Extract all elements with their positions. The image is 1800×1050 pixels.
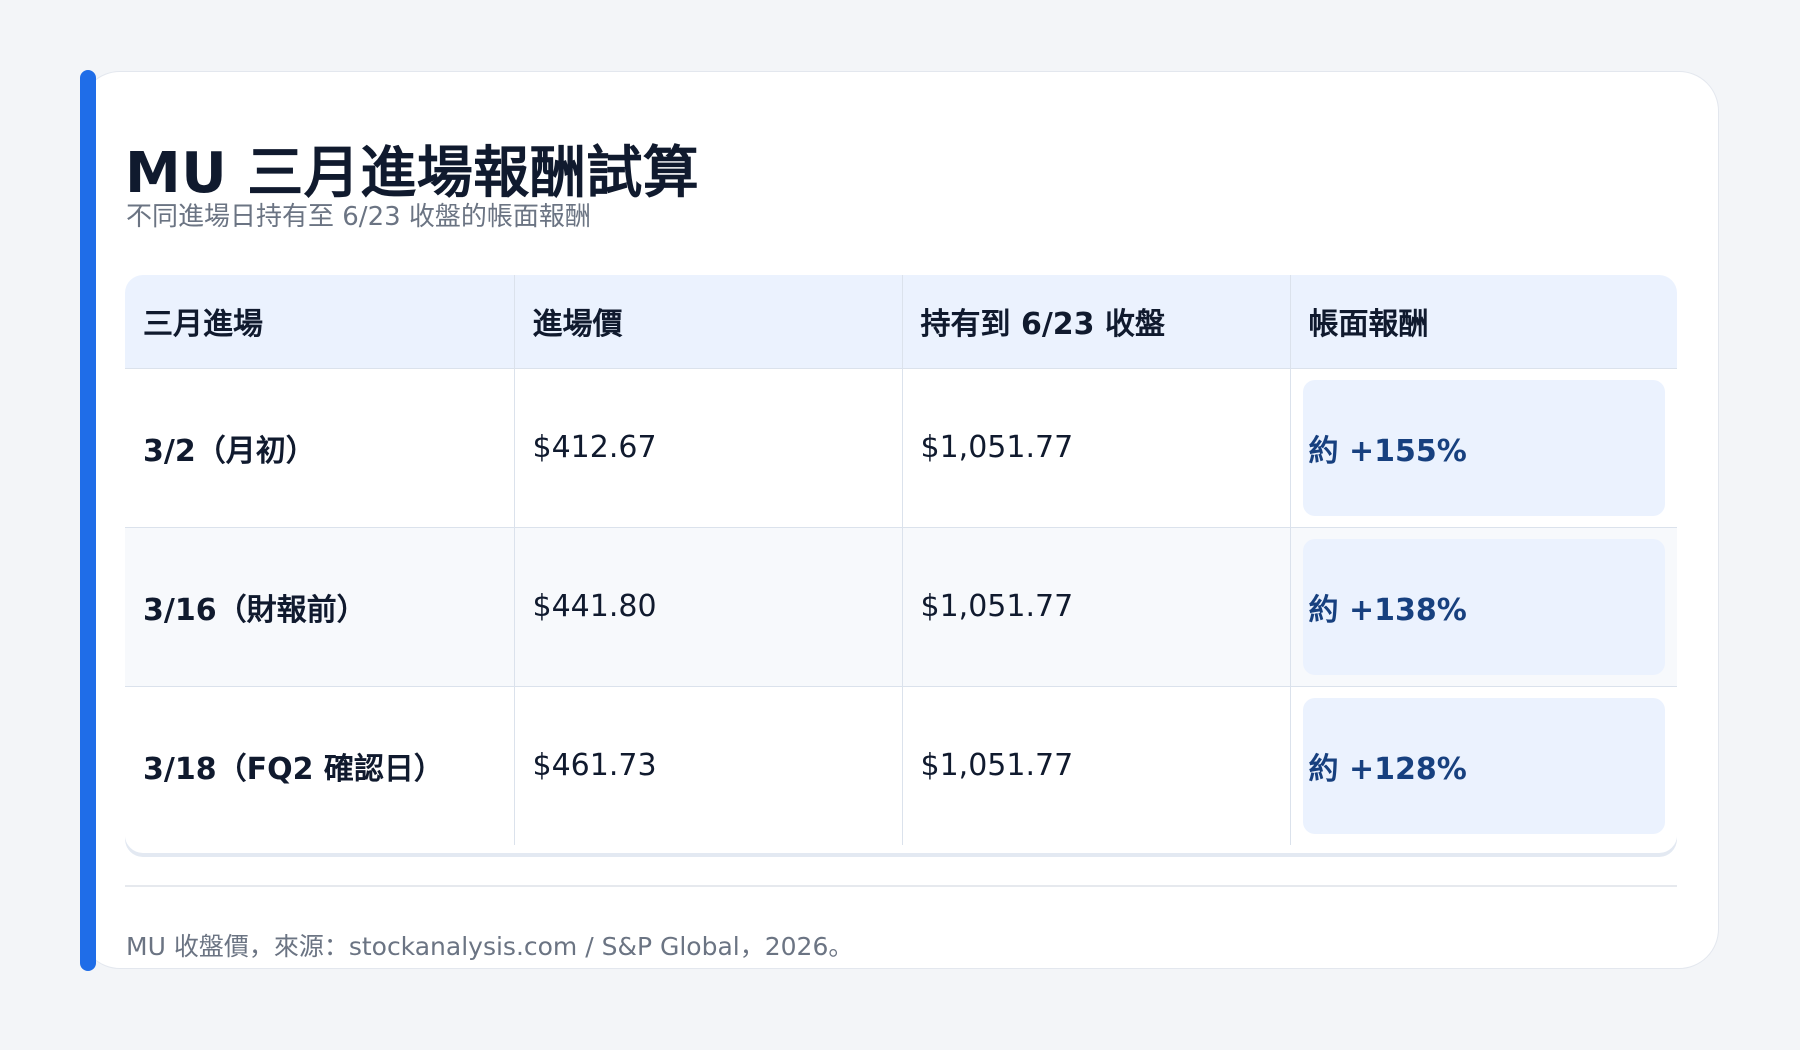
returns-table: 三月進場 進場價 持有到 6/23 收盤 帳面報酬 3/2（月初） $412.6…: [125, 275, 1677, 845]
close-price-cell: $1,051.77: [902, 686, 1291, 845]
column-header-return: 帳面報酬: [1290, 275, 1677, 369]
return-cell: 約 +155%: [1290, 368, 1677, 527]
returns-table-container: 三月進場 進場價 持有到 6/23 收盤 帳面報酬 3/2（月初） $412.6…: [125, 275, 1677, 853]
table-row: 3/2（月初） $412.67 $1,051.77 約 +155%: [125, 368, 1677, 527]
close-price-cell: $1,051.77: [902, 527, 1291, 686]
return-badge: 約 +155%: [1302, 379, 1665, 516]
return-badge: 約 +128%: [1302, 697, 1665, 834]
entry-price-cell: $461.73: [514, 686, 903, 845]
entry-price-cell: $441.80: [514, 527, 903, 686]
return-cell: 約 +128%: [1290, 686, 1677, 845]
column-header-entry: 三月進場: [125, 275, 515, 369]
accent-bar: [80, 70, 96, 971]
entry-date-cell: 3/2（月初）: [125, 368, 515, 527]
page-subtitle: 不同進場日持有至 6/23 收盤的帳面報酬: [126, 202, 591, 232]
table-row: 3/18（FQ2 確認日） $461.73 $1,051.77 約 +128%: [125, 686, 1677, 845]
return-cell: 約 +138%: [1290, 527, 1677, 686]
table-row: 3/16（財報前） $441.80 $1,051.77 約 +138%: [125, 527, 1677, 686]
table-header-row: 三月進場 進場價 持有到 6/23 收盤 帳面報酬: [125, 275, 1677, 369]
entry-date-cell: 3/16（財報前）: [125, 527, 515, 686]
entry-date-cell: 3/18（FQ2 確認日）: [125, 686, 515, 845]
column-header-close: 持有到 6/23 收盤: [902, 275, 1291, 369]
footer-divider: [125, 885, 1677, 887]
column-header-price: 進場價: [514, 275, 903, 369]
close-price-cell: $1,051.77: [902, 368, 1291, 527]
source-footnote: MU 收盤價，來源：stockanalysis.com / S&P Global…: [126, 932, 854, 961]
return-badge: 約 +138%: [1302, 538, 1665, 675]
entry-price-cell: $412.67: [514, 368, 903, 527]
